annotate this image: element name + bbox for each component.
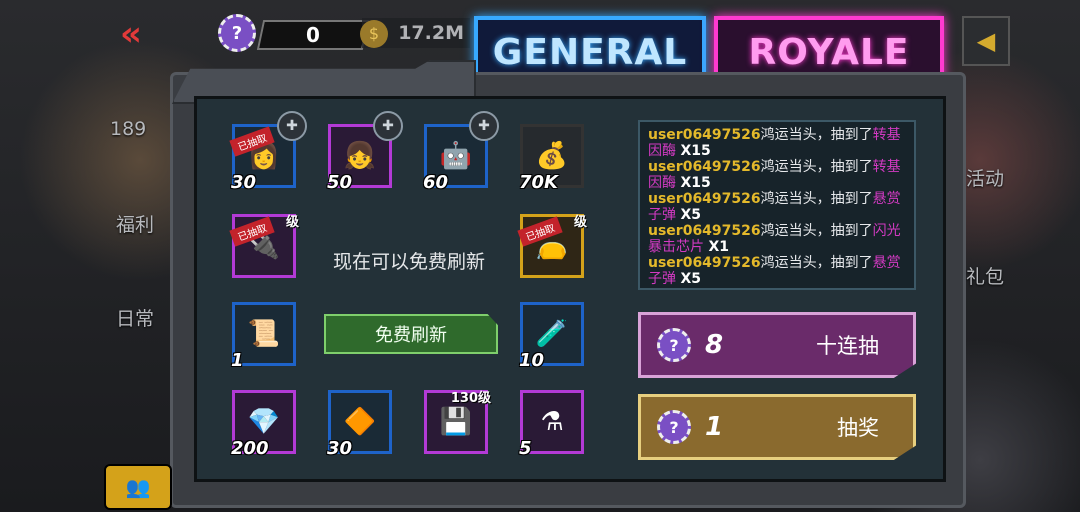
reward-quantity: 30: [231, 172, 257, 193]
reward-quantity: 200: [231, 438, 269, 459]
cell-gem[interactable]: 🔶 30: [327, 390, 392, 459]
free-refresh-button[interactable]: 免费刷新: [324, 314, 498, 354]
log-qty: X5: [680, 271, 701, 287]
gold-coin-icon: $: [360, 20, 388, 48]
single-draw-button[interactable]: ? 1 抽奖: [638, 394, 916, 460]
reward-art-icon: ⚗: [540, 407, 564, 437]
cell-chip[interactable]: 🔌 已抽取级: [229, 214, 299, 278]
level-label: 级: [285, 215, 299, 230]
reward-quantity: 1: [231, 350, 244, 371]
reward-quantity: 70K: [519, 172, 558, 193]
puzzle-piece-icon: ✚: [277, 111, 307, 141]
log-user: user06497526: [648, 127, 761, 143]
cell-gold[interactable]: 💰 70K: [519, 124, 584, 193]
reward-quantity: 60: [423, 172, 449, 193]
chip-count-box: 0: [256, 20, 370, 50]
cell-pouch[interactable]: 👝 已抽取级: [517, 214, 587, 278]
log-entry: user06497526鸿运当头，抽到了转基因酶 X15: [648, 127, 906, 159]
side-badge: 189: [110, 118, 147, 140]
side-label-packs[interactable]: 礼包: [966, 262, 1004, 289]
lottery-chip-icon: ?: [657, 328, 691, 362]
side-label-events[interactable]: 活动: [966, 164, 1004, 191]
log-qty: X5: [680, 207, 701, 223]
single-draw-cost: 1: [705, 412, 724, 442]
log-qty: X15: [680, 143, 711, 159]
log-user: user06497526: [648, 159, 761, 175]
cell-potion[interactable]: ⚗ 5: [519, 390, 584, 459]
ten-draw-button[interactable]: ? 8 十连抽: [638, 312, 916, 378]
reward-quantity: 5: [519, 438, 532, 459]
log-entry: user06497526鸿运当头，抽到了悬赏子弹 X5: [648, 255, 906, 287]
cell-robot[interactable]: 🤖 ✚ 60: [423, 111, 499, 193]
cell-scroll[interactable]: 📜 1: [231, 302, 296, 371]
cell-poster-woman[interactable]: 👩 已抽取 ✚ 30: [229, 111, 307, 193]
draw-log: user06497526鸿运当头，抽到了转基因酶 X15 user06497526…: [638, 120, 916, 290]
chip-count: 0: [306, 23, 320, 47]
puzzle-piece-icon: ✚: [373, 111, 403, 141]
side-label-daily[interactable]: 日常: [116, 304, 154, 331]
log-qty: X15: [680, 175, 711, 191]
log-user: user06497526: [648, 191, 761, 207]
lottery-chip-icon: ?: [657, 410, 691, 444]
collapse-arrow-icon[interactable]: ◀: [962, 16, 1010, 66]
puzzle-piece-icon: ✚: [469, 111, 499, 141]
back-button[interactable]: «: [120, 14, 142, 54]
log-text: 鸿运当头，抽到了: [760, 255, 873, 271]
refresh-info: 现在可以免费刷新: [333, 251, 486, 273]
ten-draw-cost: 8: [705, 330, 724, 360]
log-text: 鸿运当头，抽到了: [760, 159, 873, 175]
level-label: 130级: [450, 391, 491, 406]
ten-draw-label: 十连抽: [816, 334, 879, 358]
log-text: 鸿运当头，抽到了: [760, 127, 873, 143]
log-entry: user06497526鸿运当头，抽到了闪光暴击芯片 X1: [648, 223, 906, 255]
side-label-welfare[interactable]: 福利: [116, 210, 154, 237]
log-text: 鸿运当头，抽到了: [760, 223, 873, 239]
lottery-chip-icon: ?: [218, 14, 256, 52]
log-text: 鸿运当头，抽到了: [760, 191, 873, 207]
log-entry: user06497526鸿运当头，抽到了转基因酶 X15: [648, 159, 906, 191]
cell-crystals[interactable]: 💎 200: [231, 390, 296, 459]
reward-quantity: 10: [519, 350, 545, 371]
cell-girl[interactable]: 👧 ✚ 50: [327, 111, 403, 193]
log-user: user06497526: [648, 223, 761, 239]
reward-quantity: 30: [327, 438, 353, 459]
cell-tube[interactable]: 🧪 10: [519, 302, 584, 371]
friends-icon[interactable]: 👥: [104, 464, 172, 510]
reward-quantity: 50: [327, 172, 353, 193]
single-draw-label: 抽奖: [837, 416, 879, 440]
level-label: 级: [573, 215, 587, 230]
log-entry: user06497526鸿运当头，抽到了悬赏子弹 X5: [648, 191, 906, 223]
log-user: user06497526: [648, 255, 761, 271]
log-qty: X1: [708, 239, 729, 255]
cell-chip-130[interactable]: 💾 130级: [424, 390, 491, 454]
reward-art-icon: 📜: [247, 319, 281, 349]
